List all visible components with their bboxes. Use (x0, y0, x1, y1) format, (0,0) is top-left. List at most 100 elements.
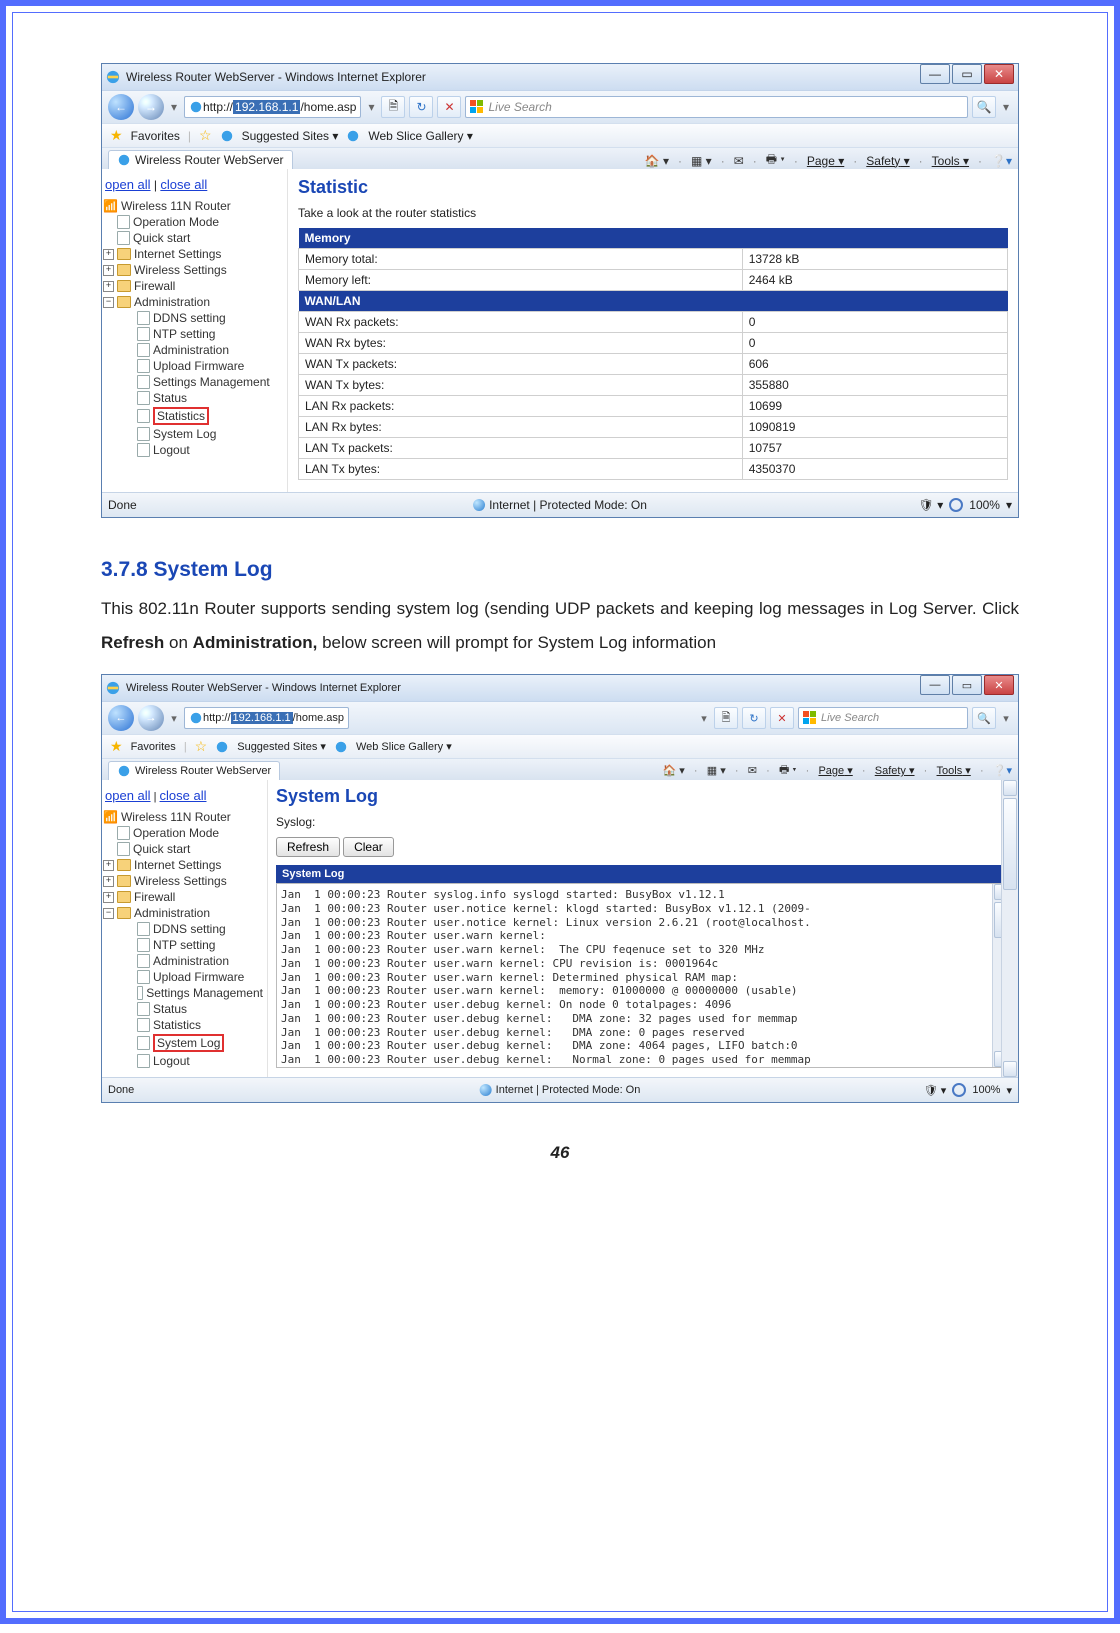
tree-item-statistics[interactable]: Statistics (103, 406, 283, 426)
tree-item[interactable]: Upload Firmware (103, 358, 283, 374)
print-icon[interactable]: 🖶 ▾ (766, 150, 785, 171)
compat-button[interactable]: 🗎 (381, 96, 405, 118)
tree-item[interactable]: System Log (103, 426, 283, 442)
feeds-icon[interactable]: ▦ ▾ (707, 764, 726, 777)
favorites-star-icon[interactable]: ★ (110, 127, 123, 144)
minimize-button[interactable]: — (920, 64, 950, 84)
tree-item[interactable]: Quick start (103, 841, 263, 857)
search-dropdown[interactable]: ▾ (1000, 98, 1012, 116)
browser-tab[interactable]: Wireless Router WebServer (108, 150, 293, 169)
url-dropdown[interactable]: ▾ (698, 709, 710, 727)
tree-item[interactable]: Operation Mode (103, 214, 283, 230)
zoom-icon[interactable] (949, 498, 963, 512)
favorites-label[interactable]: Favorites (131, 741, 176, 753)
favorites-label[interactable]: Favorites (131, 129, 180, 143)
help-icon[interactable]: ❔▾ (993, 764, 1012, 777)
forward-button[interactable]: → (138, 94, 164, 120)
tree-item[interactable]: −Administration (103, 294, 283, 310)
tree-item[interactable]: Status (103, 390, 283, 406)
minimize-button[interactable]: — (920, 675, 950, 695)
tree-item[interactable]: +Firewall (103, 278, 283, 294)
page-scrollbar[interactable] (1001, 780, 1018, 1077)
tree-item[interactable]: DDNS setting (103, 310, 283, 326)
url-field[interactable]: http://192.168.1.1/home.asp (184, 96, 361, 118)
maximize-button[interactable]: ▭ (952, 675, 982, 695)
tree-item[interactable]: +Wireless Settings (103, 262, 283, 278)
mail-icon[interactable]: ✉ (734, 154, 744, 168)
page-menu[interactable]: Page ▾ (807, 154, 844, 168)
open-all-link[interactable]: open all (105, 788, 151, 803)
add-fav-icon[interactable]: ☆ (199, 127, 212, 144)
zoom-dropdown[interactable]: ▾ (1006, 1084, 1012, 1097)
zoom-value[interactable]: 100% (969, 498, 1000, 512)
tree-item[interactable]: Operation Mode (103, 825, 263, 841)
tools-menu[interactable]: Tools ▾ (937, 764, 971, 777)
tree-item[interactable]: Administration (103, 953, 263, 969)
refresh-button[interactable]: Refresh (276, 837, 340, 857)
web-slice-link[interactable]: Web Slice Gallery ▾ (356, 740, 452, 753)
forward-button[interactable]: → (138, 705, 164, 731)
home-icon[interactable]: 🏠 ▾ (645, 154, 669, 168)
search-go-button[interactable]: 🔍 (972, 96, 996, 118)
tree-root[interactable]: 📶Wireless 11N Router (103, 809, 263, 825)
safety-menu[interactable]: Safety ▾ (875, 764, 915, 777)
tree-item[interactable]: Settings Management (103, 985, 263, 1001)
search-field[interactable]: Live Search (798, 707, 968, 729)
collapse-icon[interactable]: − (103, 297, 114, 308)
tree-item[interactable]: NTP setting (103, 326, 283, 342)
search-dropdown[interactable]: ▾ (1000, 709, 1012, 727)
refresh-button[interactable]: ↻ (742, 707, 766, 729)
tree-item-system-log[interactable]: System Log (103, 1033, 263, 1053)
open-all-link[interactable]: open all (105, 177, 151, 192)
compat-button[interactable]: 🗎 (714, 707, 738, 729)
url-field[interactable]: http://192.168.1.1/home.asp (184, 707, 349, 729)
close-all-link[interactable]: close all (160, 177, 207, 192)
favorites-star-icon[interactable]: ★ (110, 738, 123, 755)
titlebar[interactable]: Wireless Router WebServer - Windows Inte… (102, 675, 1018, 701)
tree-item[interactable]: Settings Management (103, 374, 283, 390)
expand-icon[interactable]: + (103, 249, 114, 260)
print-icon[interactable]: 🖶 ▾ (779, 761, 797, 780)
refresh-button[interactable]: ↻ (409, 96, 433, 118)
tree-item[interactable]: Statistics (103, 1017, 263, 1033)
close-button[interactable]: ✕ (984, 64, 1014, 84)
close-button[interactable]: ✕ (984, 675, 1014, 695)
tree-item[interactable]: Logout (103, 1053, 263, 1069)
scroll-down-button[interactable] (1003, 1061, 1017, 1077)
close-all-link[interactable]: close all (160, 788, 207, 803)
home-icon[interactable]: 🏠 ▾ (662, 764, 684, 777)
syslog-textarea[interactable]: Jan 1 00:00:23 Router syslog.info syslog… (276, 883, 1010, 1068)
maximize-button[interactable]: ▭ (952, 64, 982, 84)
zoom-value[interactable]: 100% (972, 1084, 1000, 1096)
stop-button[interactable]: ✕ (437, 96, 461, 118)
tree-root[interactable]: 📶Wireless 11N Router (103, 198, 283, 214)
clear-button[interactable]: Clear (343, 837, 394, 857)
search-field[interactable]: Live Search (465, 96, 968, 118)
tree-item[interactable]: Administration (103, 342, 283, 358)
zoom-dropdown[interactable]: ▾ (1006, 498, 1012, 512)
back-button[interactable]: ← (108, 94, 134, 120)
tree-item[interactable]: +Internet Settings (103, 857, 263, 873)
recent-pages-dropdown[interactable]: ▾ (168, 709, 180, 727)
page-menu[interactable]: Page ▾ (818, 764, 852, 777)
help-icon[interactable]: ❔▾ (991, 154, 1012, 168)
titlebar[interactable]: Wireless Router WebServer - Windows Inte… (102, 64, 1018, 90)
tools-menu[interactable]: Tools ▾ (932, 154, 969, 168)
mail-icon[interactable]: ✉ (748, 764, 757, 777)
suggested-sites-link[interactable]: Suggested Sites ▾ (242, 129, 339, 143)
url-dropdown[interactable]: ▾ (365, 98, 377, 116)
suggested-sites-link[interactable]: Suggested Sites ▾ (237, 740, 326, 753)
scroll-thumb[interactable] (1003, 798, 1017, 890)
zoom-icon[interactable] (952, 1083, 966, 1097)
protected-mode-icon[interactable]: 🛡 ▾ (919, 498, 944, 512)
safety-menu[interactable]: Safety ▾ (866, 154, 909, 168)
feeds-icon[interactable]: ▦ ▾ (691, 154, 712, 168)
scroll-up-button[interactable] (1003, 780, 1017, 796)
expand-icon[interactable]: + (103, 281, 114, 292)
tree-item[interactable]: Status (103, 1001, 263, 1017)
add-fav-icon[interactable]: ☆ (195, 738, 208, 755)
protected-mode-icon[interactable]: 🛡 ▾ (924, 1084, 947, 1097)
tree-item[interactable]: +Wireless Settings (103, 873, 263, 889)
search-go-button[interactable]: 🔍 (972, 707, 996, 729)
recent-pages-dropdown[interactable]: ▾ (168, 98, 180, 116)
